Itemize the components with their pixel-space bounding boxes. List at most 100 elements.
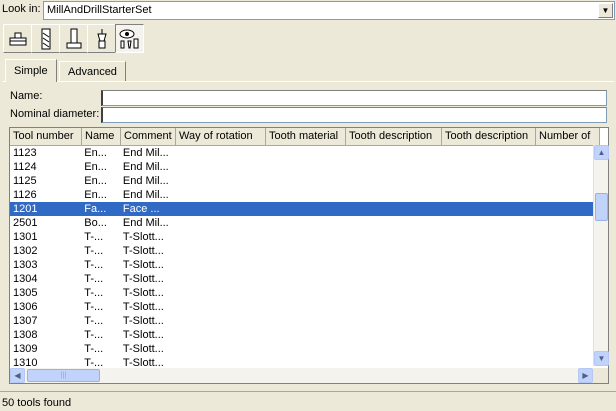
table-cell: 1303 xyxy=(13,259,38,271)
table-cell xyxy=(438,286,531,300)
table-cell xyxy=(438,314,531,328)
table-cell: 1124 xyxy=(13,161,37,173)
table-row[interactable]: 1302 T-... T-Slott... xyxy=(10,244,594,258)
tab-advanced[interactable]: Advanced xyxy=(59,61,126,81)
table-cell xyxy=(263,230,342,244)
chevron-down-icon[interactable]: ▼ xyxy=(598,3,613,18)
table-cell: T-... xyxy=(84,259,104,271)
table-cell xyxy=(531,244,594,258)
mill-holder-icon xyxy=(9,32,26,45)
insert-tool-button[interactable] xyxy=(87,24,116,53)
table-cell: End Mil... xyxy=(122,175,169,187)
table-cell xyxy=(531,146,594,160)
table-cell: 1123 xyxy=(13,147,37,159)
table-cell xyxy=(174,174,263,188)
drill-tool-button[interactable] xyxy=(31,24,60,53)
table-cell xyxy=(263,328,342,342)
table-row[interactable]: 1304 T-... T-Slott... xyxy=(10,272,594,286)
table-cell xyxy=(263,300,342,314)
view-tools-button[interactable] xyxy=(115,24,144,53)
chevron-left-icon: ◀ xyxy=(14,371,21,380)
scroll-down-button[interactable]: ▼ xyxy=(594,351,609,366)
scroll-right-button[interactable]: ▶ xyxy=(578,368,593,383)
column-header-tooth-description[interactable]: Tooth description xyxy=(346,128,442,146)
column-header-way-of-rotation[interactable]: Way of rotation xyxy=(176,128,266,146)
table-row[interactable]: 1201 Fa... Face ... xyxy=(10,202,594,216)
table-cell: Bo... xyxy=(84,217,107,229)
column-header-name[interactable]: Name xyxy=(82,128,121,146)
table-cell xyxy=(438,202,531,216)
table-row[interactable]: 2501 Bo... End Mil... xyxy=(10,216,594,230)
column-header-tool-number[interactable]: Tool number xyxy=(10,128,82,146)
scroll-left-button[interactable]: ◀ xyxy=(10,368,25,383)
table-cell: 1305 xyxy=(13,287,38,299)
table-cell xyxy=(531,230,594,244)
table-row[interactable]: 1306 T-... T-Slott... xyxy=(10,300,594,314)
table-cell xyxy=(174,202,263,216)
horizontal-scroll-thumb[interactable]: ||| xyxy=(27,369,100,382)
scroll-up-button[interactable]: ▲ xyxy=(594,145,609,160)
tab-panel-border xyxy=(2,81,614,82)
tab-simple[interactable]: Simple xyxy=(5,59,57,82)
column-header-tooth-description-2[interactable]: Tooth description xyxy=(442,128,536,146)
table-row[interactable]: 1126 En... End Mil... xyxy=(10,188,594,202)
table-row[interactable]: 1301 T-... T-Slott... xyxy=(10,230,594,244)
tool-assembly-button[interactable] xyxy=(59,24,88,53)
table-cell: 1301 xyxy=(13,231,38,243)
table-cell xyxy=(263,216,342,230)
table-cell xyxy=(531,328,594,342)
table-cell xyxy=(263,286,342,300)
table-cell xyxy=(263,258,342,272)
vertical-scrollbar[interactable]: ▲ ▼ xyxy=(593,145,609,366)
table-cell: En... xyxy=(84,175,107,187)
table-cell xyxy=(263,202,342,216)
table-cell xyxy=(438,258,531,272)
table-row[interactable]: 1309 T-... T-Slott... xyxy=(10,342,594,356)
name-field[interactable] xyxy=(101,90,607,106)
table-cell xyxy=(174,188,263,202)
table-row[interactable]: 1125 En... End Mil... xyxy=(10,174,594,188)
table-cell xyxy=(438,160,531,174)
table-cell xyxy=(263,342,342,356)
table-row[interactable]: 1308 T-... T-Slott... xyxy=(10,328,594,342)
table-cell xyxy=(531,286,594,300)
table-row[interactable]: 1305 T-... T-Slott... xyxy=(10,286,594,300)
table-row[interactable]: 1303 T-... T-Slott... xyxy=(10,258,594,272)
table-cell xyxy=(438,328,531,342)
table-row[interactable]: 1124 En... End Mil... xyxy=(10,160,594,174)
table-cell: T-Slott... xyxy=(122,329,164,341)
table-cell: 1306 xyxy=(13,301,38,313)
nominal-diameter-field[interactable] xyxy=(101,107,607,123)
column-header-number-of[interactable]: Number of xyxy=(536,128,600,146)
table-cell xyxy=(531,314,594,328)
table-cell: End Mil... xyxy=(122,161,169,173)
table-cell xyxy=(531,160,594,174)
table-cell xyxy=(174,286,263,300)
table-cell xyxy=(438,272,531,286)
horizontal-scrollbar[interactable]: ◀ ||| ▶ xyxy=(10,368,593,383)
table-cell xyxy=(343,314,438,328)
table-cell: T-... xyxy=(84,287,104,299)
table-cell: Fa... xyxy=(84,203,107,215)
table-cell xyxy=(174,258,263,272)
table-cell xyxy=(343,328,438,342)
table-row[interactable]: 1307 T-... T-Slott... xyxy=(10,314,594,328)
mill-holder-button[interactable] xyxy=(3,24,32,53)
tab-simple-label: Simple xyxy=(14,65,48,77)
table-cell xyxy=(263,160,342,174)
table-cell: T-Slott... xyxy=(122,301,164,313)
table-cell: T-... xyxy=(84,329,104,341)
table-cell xyxy=(174,230,263,244)
table-cell: En... xyxy=(84,161,107,173)
table-cell xyxy=(174,160,263,174)
vertical-scroll-thumb[interactable] xyxy=(595,193,608,221)
column-header-comment[interactable]: Comment xyxy=(121,128,176,146)
look-in-combobox[interactable]: MillAndDrillStarterSet ▼ xyxy=(43,1,615,20)
table-cell xyxy=(438,174,531,188)
table-cell xyxy=(263,244,342,258)
column-header-tooth-material[interactable]: Tooth material xyxy=(266,128,346,146)
table-row[interactable]: 1123 En... End Mil... xyxy=(10,146,594,160)
table-cell: En... xyxy=(84,147,107,159)
table-cell xyxy=(343,300,438,314)
insert-tool-icon xyxy=(96,28,107,48)
